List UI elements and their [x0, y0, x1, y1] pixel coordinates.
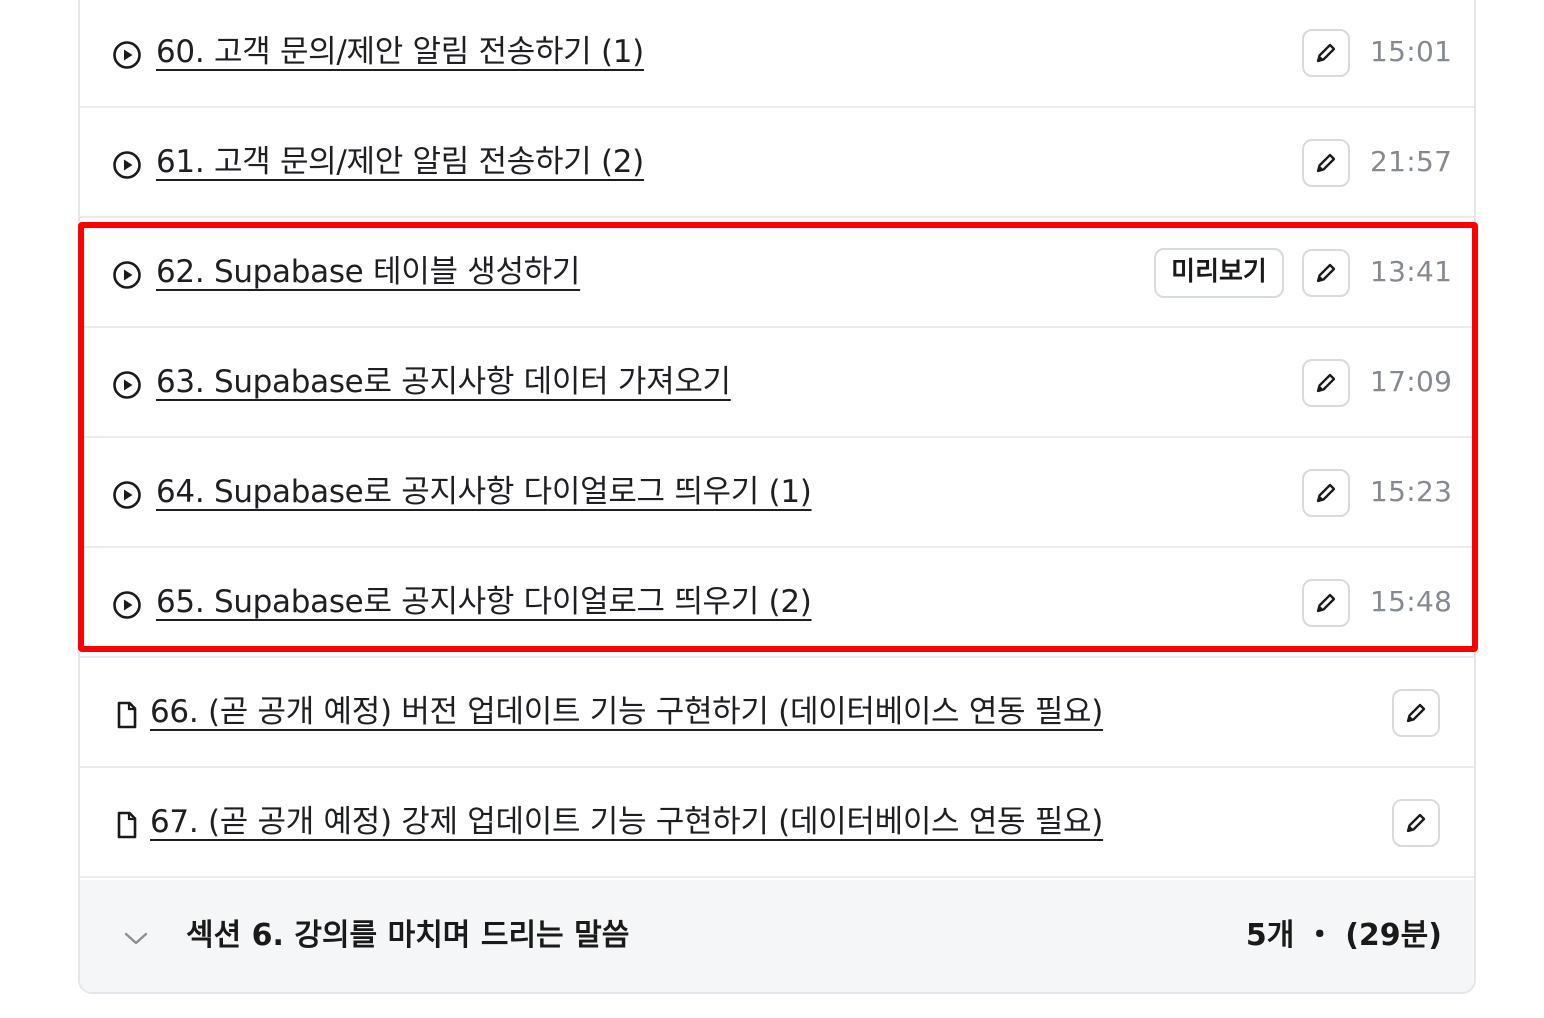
preview-button[interactable]: 미리보기	[1154, 248, 1284, 298]
lesson-title[interactable]: 64. Supabase로 공지사항 다이얼로그 띄우기 (1)	[156, 470, 812, 514]
edit-note-button[interactable]	[1392, 799, 1440, 847]
play-circle-icon	[113, 591, 141, 619]
edit-note-button[interactable]	[1302, 249, 1350, 297]
pencil-icon	[1316, 373, 1336, 393]
lesson-row[interactable]: 64. Supabase로 공지사항 다이얼로그 띄우기 (1) 15:23	[80, 438, 1474, 548]
document-icon	[117, 811, 137, 839]
play-circle-icon	[113, 481, 141, 509]
lesson-duration: 15:23	[1370, 475, 1453, 508]
lesson-title[interactable]: 60. 고객 문의/제안 알림 전송하기 (1)	[156, 30, 644, 74]
lesson-row[interactable]: 60. 고객 문의/제안 알림 전송하기 (1) 15:01	[80, 0, 1474, 108]
edit-note-button[interactable]	[1302, 139, 1350, 187]
lesson-duration: 15:01	[1370, 35, 1453, 68]
edit-note-button[interactable]	[1392, 689, 1440, 737]
edit-note-button[interactable]	[1302, 29, 1350, 77]
lesson-row[interactable]: 65. Supabase로 공지사항 다이얼로그 띄우기 (2) 15:48	[80, 548, 1474, 658]
play-circle-icon	[113, 41, 141, 69]
lesson-title[interactable]: 67. (곧 공개 예정) 강제 업데이트 기능 구현하기 (데이터베이스 연동…	[150, 800, 1103, 844]
edit-note-button[interactable]	[1302, 579, 1350, 627]
lesson-row[interactable]: 63. Supabase로 공지사항 데이터 가져오기 17:09	[80, 328, 1474, 438]
chevron-down-icon[interactable]	[122, 924, 150, 952]
play-circle-icon	[113, 261, 141, 289]
lesson-row[interactable]: 67. (곧 공개 예정) 강제 업데이트 기능 구현하기 (데이터베이스 연동…	[80, 768, 1474, 878]
lesson-duration: 15:48	[1370, 585, 1453, 618]
edit-note-button[interactable]	[1302, 469, 1350, 517]
lesson-title[interactable]: 63. Supabase로 공지사항 데이터 가져오기	[156, 360, 731, 404]
lesson-duration: 13:41	[1370, 255, 1453, 288]
lesson-title[interactable]: 65. Supabase로 공지사항 다이얼로그 띄우기 (2)	[156, 580, 812, 624]
pencil-icon	[1316, 483, 1336, 503]
lesson-duration: 21:57	[1370, 145, 1453, 178]
document-icon	[117, 701, 137, 729]
pencil-icon	[1406, 703, 1426, 723]
lesson-row[interactable]: 61. 고객 문의/제안 알림 전송하기 (2) 21:57	[80, 108, 1474, 218]
section-title: 섹션 6. 강의를 마치며 드리는 말씀	[186, 918, 630, 953]
play-circle-icon	[113, 371, 141, 399]
edit-note-button[interactable]	[1302, 359, 1350, 407]
lesson-title[interactable]: 62. Supabase 테이블 생성하기	[156, 250, 580, 294]
lesson-row[interactable]: 66. (곧 공개 예정) 버전 업데이트 기능 구현하기 (데이터베이스 연동…	[80, 658, 1474, 768]
pencil-icon	[1316, 153, 1336, 173]
lesson-title[interactable]: 66. (곧 공개 예정) 버전 업데이트 기능 구현하기 (데이터베이스 연동…	[150, 690, 1103, 734]
lesson-title[interactable]: 61. 고객 문의/제안 알림 전송하기 (2)	[156, 140, 644, 184]
pencil-icon	[1316, 593, 1336, 613]
play-circle-icon	[113, 151, 141, 179]
section-meta: 5개 ・ (29분)	[1245, 918, 1442, 953]
pencil-icon	[1316, 43, 1336, 63]
pencil-icon	[1316, 263, 1336, 283]
lesson-duration: 17:09	[1370, 365, 1453, 398]
lesson-row[interactable]: 62. Supabase 테이블 생성하기 미리보기 13:41	[80, 218, 1474, 328]
pencil-icon	[1406, 813, 1426, 833]
curriculum-list: 60. 고객 문의/제안 알림 전송하기 (1) 15:01 61. 고객 문의…	[78, 0, 1476, 994]
section-header[interactable]: 섹션 6. 강의를 마치며 드리는 말씀 5개 ・ (29분)	[80, 880, 1474, 992]
